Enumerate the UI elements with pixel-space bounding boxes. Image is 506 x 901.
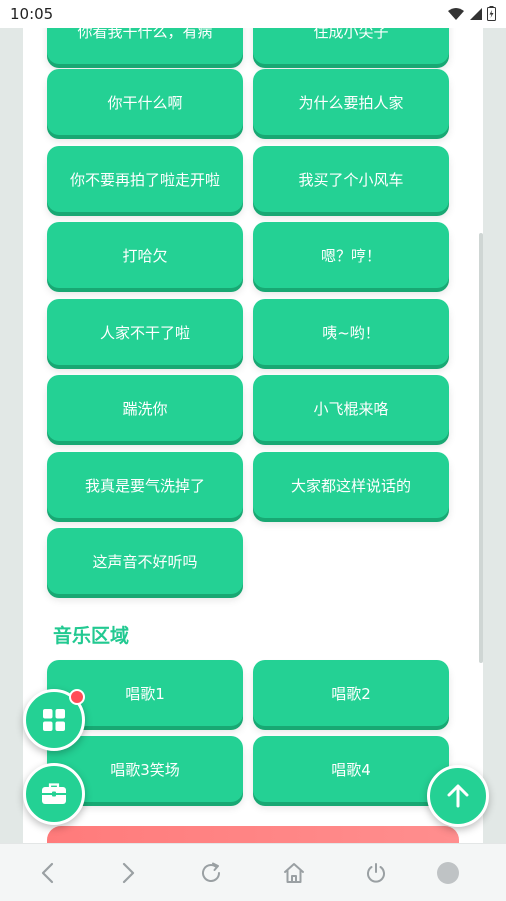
sound-button[interactable]: 你不要再拍了啦走开啦 <box>47 146 243 212</box>
status-icons <box>447 6 496 21</box>
sound-button[interactable]: 你干什么啊 <box>47 69 243 135</box>
nav-forward-button[interactable] <box>114 858 144 888</box>
grid-icon <box>43 709 65 731</box>
nav-back-button[interactable] <box>32 858 62 888</box>
scrollbar[interactable] <box>479 233 483 663</box>
wifi-icon <box>448 7 464 20</box>
sound-button[interactable]: 你看我干什么，有病 <box>47 28 243 64</box>
sound-button[interactable]: 小飞棍来咯 <box>253 375 449 441</box>
sound-button[interactable]: 这声音不好听吗 <box>47 528 243 594</box>
red-banner[interactable] <box>47 826 459 843</box>
content-panel: 你看我干什么，有病 住成小尖子 你干什么啊 为什么要拍人家 你不要再拍了啦走开啦… <box>23 28 483 843</box>
sound-button[interactable]: 我真是要气洗掉了 <box>47 452 243 518</box>
music-button[interactable]: 唱歌4 <box>253 736 449 802</box>
notification-badge <box>69 689 85 705</box>
status-time: 10:05 <box>10 5 54 23</box>
status-bar: 10:05 <box>0 0 506 28</box>
refresh-icon <box>202 862 220 882</box>
chevron-left-icon <box>41 862 54 884</box>
power-icon <box>367 863 385 883</box>
nav-profile-button[interactable] <box>433 858 463 888</box>
sound-button[interactable]: 大家都这样说话的 <box>253 452 449 518</box>
arrow-up-icon <box>447 784 469 808</box>
nav-refresh-button[interactable] <box>196 858 226 888</box>
sound-button[interactable]: 我买了个小风车 <box>253 146 449 212</box>
nav-home-button[interactable] <box>279 858 309 888</box>
toolbox-button[interactable] <box>23 763 85 825</box>
music-section-title: 音乐区域 <box>53 625 130 647</box>
sound-button[interactable]: 咦~哟！ <box>253 299 449 365</box>
sound-button[interactable]: 打哈欠 <box>47 222 243 288</box>
scroll-to-top-button[interactable] <box>427 765 489 827</box>
sound-button[interactable]: 为什么要拍人家 <box>253 69 449 135</box>
sound-button[interactable]: 嗯？哼！ <box>253 222 449 288</box>
sound-button[interactable]: 踹洗你 <box>47 375 243 441</box>
music-button[interactable]: 唱歌2 <box>253 660 449 726</box>
battery-icon <box>487 6 496 21</box>
grid-menu-button[interactable] <box>23 689 85 751</box>
chevron-right-icon <box>122 862 135 884</box>
toolbox-icon <box>42 783 66 804</box>
signal-icon <box>470 7 482 20</box>
circle-icon <box>437 862 459 884</box>
sound-button[interactable]: 住成小尖子 <box>253 28 449 64</box>
sound-button[interactable]: 人家不干了啦 <box>47 299 243 365</box>
home-icon <box>284 863 304 883</box>
nav-power-button[interactable] <box>361 858 391 888</box>
bottom-nav-bar <box>0 843 506 901</box>
